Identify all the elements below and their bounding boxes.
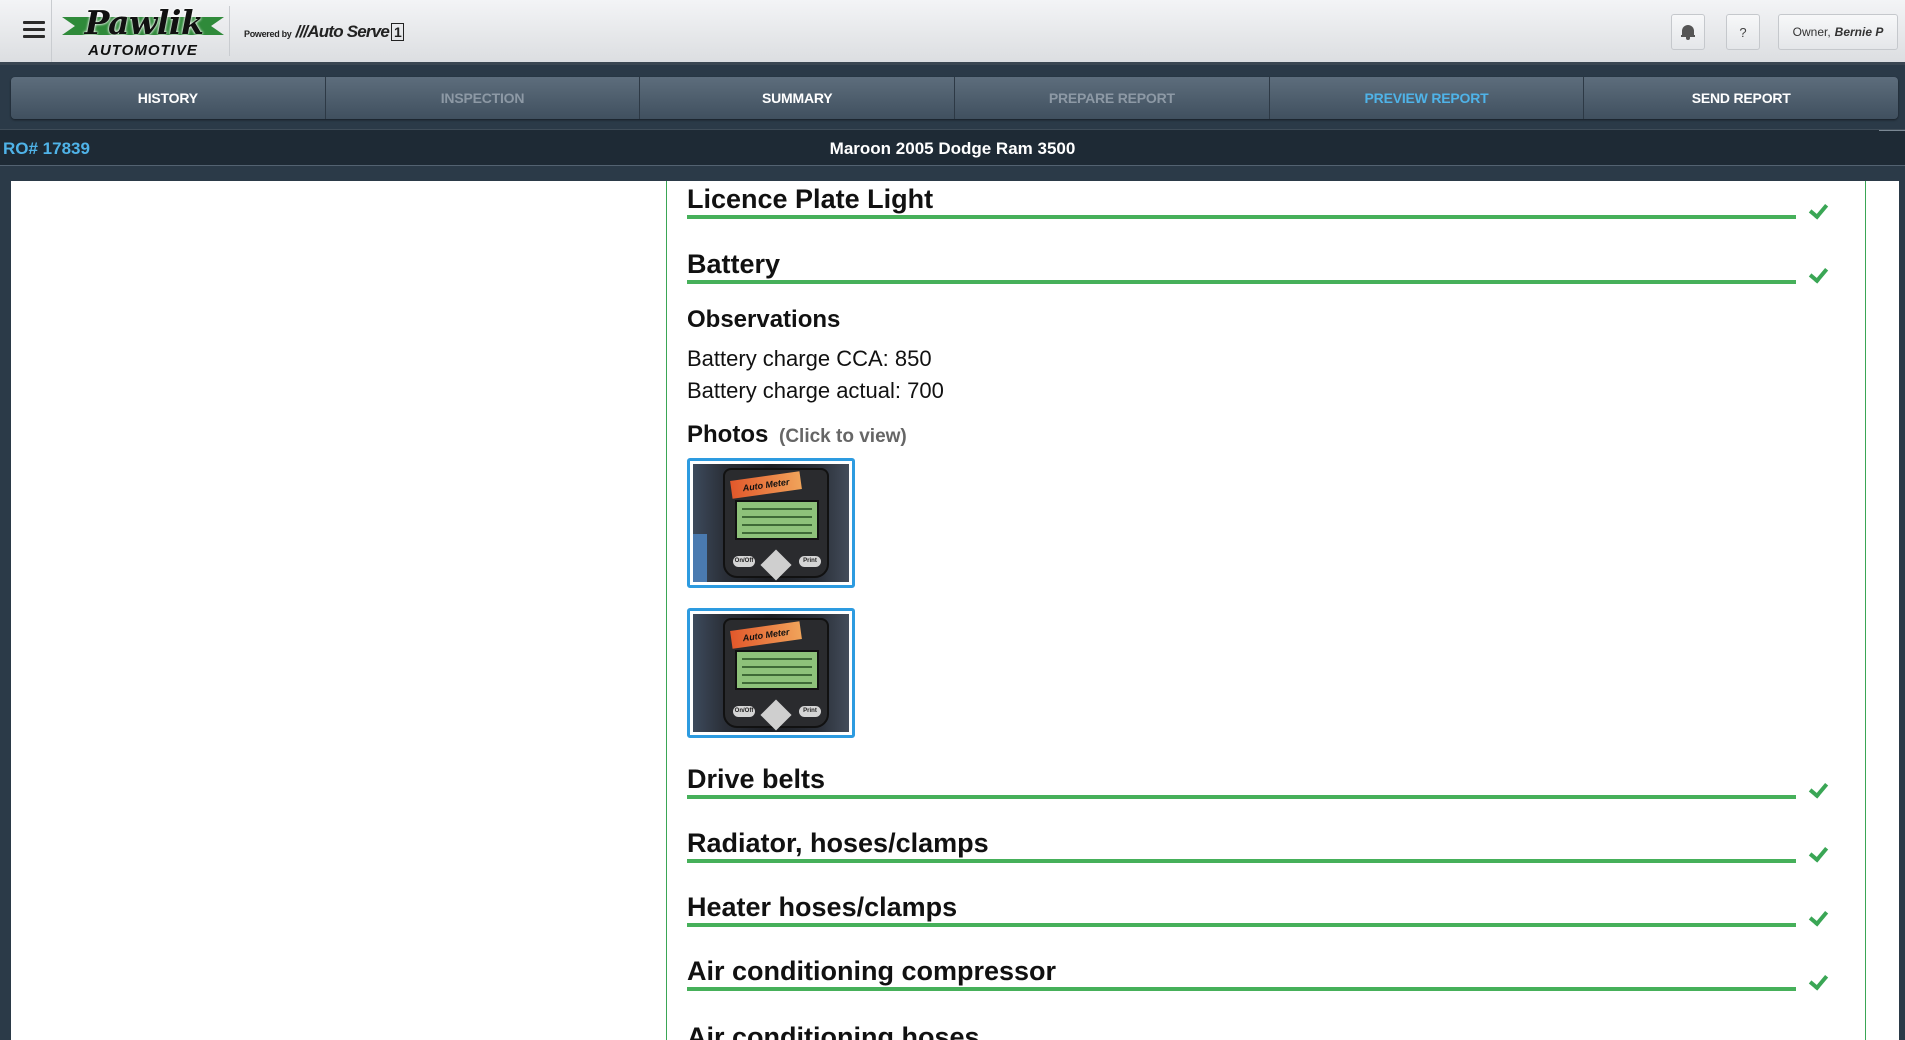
check-icon [1808, 779, 1828, 799]
help-button[interactable]: ? [1726, 14, 1760, 50]
hamburger-menu-icon[interactable] [18, 17, 50, 47]
photos-hint: (Click to view) [779, 426, 907, 447]
tab-history[interactable]: HISTORY [11, 77, 326, 119]
app-header: Pawlik AUTOMOTIVE Powered by ///Auto Ser… [0, 0, 1905, 65]
section-radiator-hoses-clamps[interactable]: Radiator, hoses/clamps [687, 827, 1796, 863]
logo-name: Pawlik [84, 3, 204, 42]
check-icon [1808, 200, 1828, 220]
bell-icon [1681, 24, 1695, 40]
notifications-button[interactable] [1671, 14, 1705, 50]
check-icon [1808, 971, 1828, 991]
section-title: Licence Plate Light [687, 184, 934, 214]
tab-prepare-report: PREPARE REPORT [955, 77, 1270, 119]
photos-title: Photos [687, 421, 769, 448]
user-menu-button[interactable]: Owner, Bernie P [1778, 14, 1898, 50]
section-air-conditioning-compressor[interactable]: Air conditioning compressor [687, 955, 1796, 991]
photo-button-label: On/Off [733, 706, 755, 717]
brand-mark: 1 [391, 23, 405, 41]
section-title: Heater hoses/clamps [687, 892, 958, 922]
brand-text: Auto Serve [307, 22, 390, 41]
vehicle-title: Maroon 2005 Dodge Ram 3500 [829, 139, 1076, 158]
divider [1879, 130, 1905, 131]
shop-logo[interactable]: Pawlik AUTOMOTIVE [62, 3, 224, 61]
repair-order-number[interactable]: RO# 17839 [3, 139, 90, 159]
section-title: Drive belts [687, 764, 826, 794]
tab-summary[interactable]: SUMMARY [640, 77, 956, 119]
divider [51, 0, 52, 62]
section-title: Air conditioning hoses [687, 1022, 980, 1040]
tab-inspection: INSPECTION [325, 77, 641, 119]
section-title: Radiator, hoses/clamps [687, 828, 989, 858]
section-title: Air conditioning compressor [687, 956, 1057, 986]
photo-button-label: Print [799, 556, 821, 567]
photo-thumbnail[interactable]: Auto Meter On/Off Print [687, 458, 855, 588]
section-drive-belts[interactable]: Drive belts [687, 763, 1796, 799]
section-heater-hoses-clamps[interactable]: Heater hoses/clamps [687, 891, 1796, 927]
logo-subtitle: AUTOMOTIVE [88, 42, 198, 59]
section-battery[interactable]: Battery [687, 248, 1796, 284]
tab-preview-report[interactable]: PREVIEW REPORT [1269, 77, 1585, 119]
check-icon [1808, 907, 1828, 927]
powered-by: Powered by ///Auto Serve 1 [244, 22, 405, 42]
check-icon [1808, 843, 1828, 863]
user-role: Owner, [1792, 25, 1831, 39]
tab-navigation: HISTORY INSPECTION SUMMARY PREPARE REPOR… [0, 65, 1905, 125]
observation-item: Battery charge CCA: 850 [687, 346, 932, 371]
powered-by-brand: ///Auto Serve 1 [296, 22, 405, 42]
user-name: Bernie P [1834, 25, 1884, 39]
photo-button-label: On/Off [733, 556, 755, 567]
divider [229, 6, 230, 56]
photo-thumbnail[interactable]: Auto Meter On/Off Print [687, 608, 855, 738]
tab-bar: HISTORY INSPECTION SUMMARY PREPARE REPOR… [11, 77, 1898, 119]
photo-button-label: Print [799, 706, 821, 717]
photos-heading: Photos (Click to view) [687, 421, 907, 449]
section-title: Battery [687, 249, 781, 279]
battery-tester-photo: Auto Meter On/Off Print [693, 614, 849, 732]
tab-send-report[interactable]: SEND REPORT [1584, 77, 1898, 119]
observation-item: Battery charge actual: 700 [687, 378, 944, 403]
section-air-conditioning-hoses[interactable]: Air conditioning hoses [687, 1021, 1796, 1040]
repair-order-bar: Maroon 2005 Dodge Ram 3500 RO# 17839 [0, 129, 1905, 166]
powered-by-label: Powered by [244, 29, 292, 39]
battery-tester-photo: Auto Meter On/Off Print [693, 464, 849, 582]
section-licence-plate-light[interactable]: Licence Plate Light [687, 183, 1796, 219]
check-icon [1808, 264, 1828, 284]
observations-heading: Observations [687, 306, 841, 333]
